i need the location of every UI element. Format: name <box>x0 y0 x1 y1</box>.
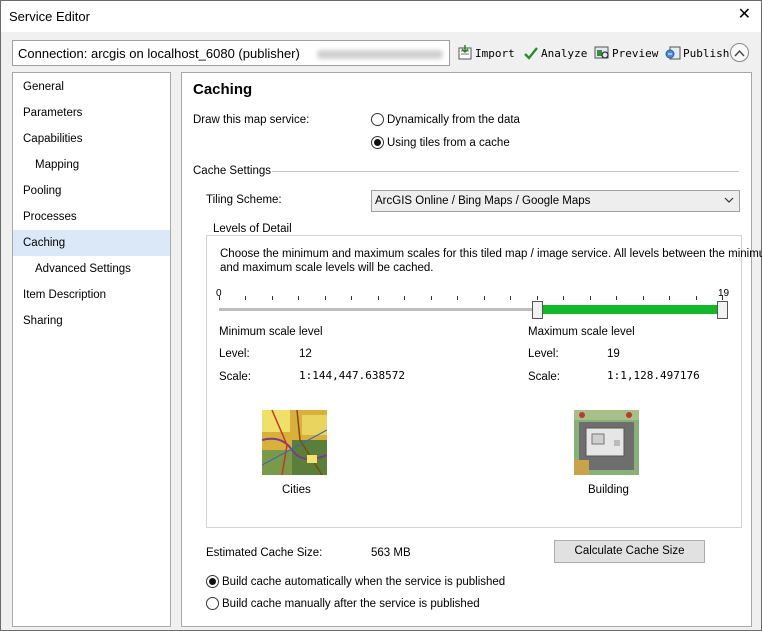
maximum-level-label: Level: <box>528 348 559 360</box>
slider-tick <box>563 296 564 300</box>
nav-item-mapping[interactable]: Mapping <box>13 152 170 178</box>
slider-tick <box>219 296 220 300</box>
slider-tick <box>484 296 485 300</box>
nav-item-capabilities[interactable]: Capabilities <box>13 126 170 152</box>
analyze-label: Analyze <box>541 46 588 60</box>
lod-description-line1: Choose the minimum and maximum scales fo… <box>220 248 762 260</box>
slider-tick <box>431 296 432 300</box>
slider-tick <box>537 296 538 300</box>
levels-of-detail-title: Levels of Detail <box>210 223 295 235</box>
minimum-scale-title: Minimum scale level <box>219 326 323 338</box>
tiling-scheme-label: Tiling Scheme: <box>206 194 282 206</box>
publish-icon <box>665 45 681 61</box>
slider-tick <box>590 296 591 300</box>
nav-item-caching[interactable]: Caching <box>13 230 170 256</box>
radio-dynamic[interactable]: Dynamically from the data <box>371 113 520 126</box>
dropdown-chevron-icon <box>724 193 734 210</box>
nav-item-processes[interactable]: Processes <box>13 204 170 230</box>
maximum-level-value: 19 <box>607 348 620 360</box>
building-caption: Building <box>588 484 629 496</box>
cities-map-thumbnail <box>262 410 327 475</box>
radio-tiles-cache[interactable]: Using tiles from a cache <box>371 136 510 149</box>
slider-tick <box>643 296 644 300</box>
collapse-chevron-icon <box>734 49 745 56</box>
radio-dynamic-indicator <box>371 113 384 126</box>
cache-settings-label: Cache Settings <box>193 165 271 177</box>
radio-build-automatic-label: Build cache automatically when the servi… <box>222 575 506 588</box>
connection-field[interactable]: Connection: arcgis on localhost_6080 (pu… <box>12 40 450 66</box>
preview-button[interactable]: Preview <box>594 44 658 62</box>
import-label: Import <box>475 46 515 60</box>
slider-tick <box>272 296 273 300</box>
publish-button[interactable]: Publish <box>665 44 729 62</box>
radio-tiles-indicator <box>371 136 384 149</box>
estimated-cache-size-value: 563 MB <box>371 547 411 559</box>
collapse-button[interactable] <box>730 43 749 62</box>
minimum-level-label: Level: <box>219 348 250 360</box>
slider-tick <box>616 296 617 300</box>
calculate-cache-size-button[interactable]: Calculate Cache Size <box>554 540 705 563</box>
service-editor-window: Service Editor ✕ Connection: arcgis on l… <box>0 0 762 631</box>
maximum-scale-label: Scale: <box>528 371 560 383</box>
radio-build-automatic[interactable]: Build cache automatically when the servi… <box>206 575 505 588</box>
preview-icon <box>594 45 610 61</box>
close-icon[interactable]: ✕ <box>738 7 751 23</box>
publish-label: Publish <box>683 46 730 60</box>
estimated-cache-size-label: Estimated Cache Size: <box>206 547 323 559</box>
radio-build-automatic-indicator <box>206 575 219 588</box>
slider-max-label: 19 <box>718 288 730 299</box>
radio-build-manual-label: Build cache manually after the service i… <box>222 597 480 610</box>
slider-tick <box>669 296 670 300</box>
slider-range-fill <box>537 305 722 314</box>
tiling-scheme-value: ArcGIS Online / Bing Maps / Google Maps <box>375 195 591 207</box>
nav-item-sharing[interactable]: Sharing <box>13 308 170 334</box>
lod-description-line2: and maximum scale levels will be cached. <box>220 262 434 274</box>
nav-item-general[interactable]: General <box>13 74 170 100</box>
maximum-scale-value: 1:1,128.497176 <box>607 369 700 382</box>
slider-tick <box>404 296 405 300</box>
minimum-scale-value: 1:144,447.638572 <box>299 369 405 382</box>
page-title: Caching <box>193 81 253 98</box>
window-title: Service Editor <box>9 9 90 24</box>
maximum-scale-title: Maximum scale level <box>528 326 635 338</box>
blurred-server-name <box>317 50 443 59</box>
building-map-thumbnail <box>574 410 639 475</box>
caching-panel: Caching Draw this map service: Dynamical… <box>181 72 762 627</box>
slider-min-thumb[interactable] <box>532 301 543 319</box>
nav-item-item-description[interactable]: Item Description <box>13 282 170 308</box>
slider-tick <box>245 296 246 300</box>
slider-tick <box>298 296 299 300</box>
cache-settings-divider <box>272 171 739 172</box>
radio-build-manual-indicator <box>206 597 219 610</box>
slider-tick <box>722 296 723 300</box>
slider-tick <box>510 296 511 300</box>
slider-tick <box>457 296 458 300</box>
slider-max-thumb[interactable] <box>717 301 728 319</box>
connection-label: Connection: arcgis on localhost_6080 (pu… <box>18 46 300 61</box>
analyze-button[interactable]: Analyze <box>523 44 587 62</box>
slider-tick <box>696 296 697 300</box>
slider-tick <box>325 296 326 300</box>
radio-build-manual[interactable]: Build cache manually after the service i… <box>206 597 480 610</box>
radio-dynamic-label: Dynamically from the data <box>387 113 520 126</box>
cities-caption: Cities <box>282 484 311 496</box>
nav-item-parameters[interactable]: Parameters <box>13 100 170 126</box>
preview-label: Preview <box>612 46 659 60</box>
analyze-check-icon <box>523 45 539 61</box>
nav-item-advanced-settings[interactable]: Advanced Settings <box>13 256 170 282</box>
slider-tick <box>351 296 352 300</box>
draw-service-label: Draw this map service: <box>193 114 310 126</box>
title-bar: Service Editor ✕ <box>1 1 761 32</box>
slider-tick <box>378 296 379 300</box>
import-button[interactable]: Import <box>457 44 515 62</box>
settings-nav: General Parameters Capabilities Mapping … <box>12 72 171 627</box>
tiling-scheme-select[interactable]: ArcGIS Online / Bing Maps / Google Maps <box>371 190 740 212</box>
nav-item-pooling[interactable]: Pooling <box>13 178 170 204</box>
import-icon <box>457 45 473 61</box>
minimum-level-value: 12 <box>299 348 312 360</box>
minimum-scale-label: Scale: <box>219 371 251 383</box>
radio-tiles-label: Using tiles from a cache <box>387 136 510 149</box>
